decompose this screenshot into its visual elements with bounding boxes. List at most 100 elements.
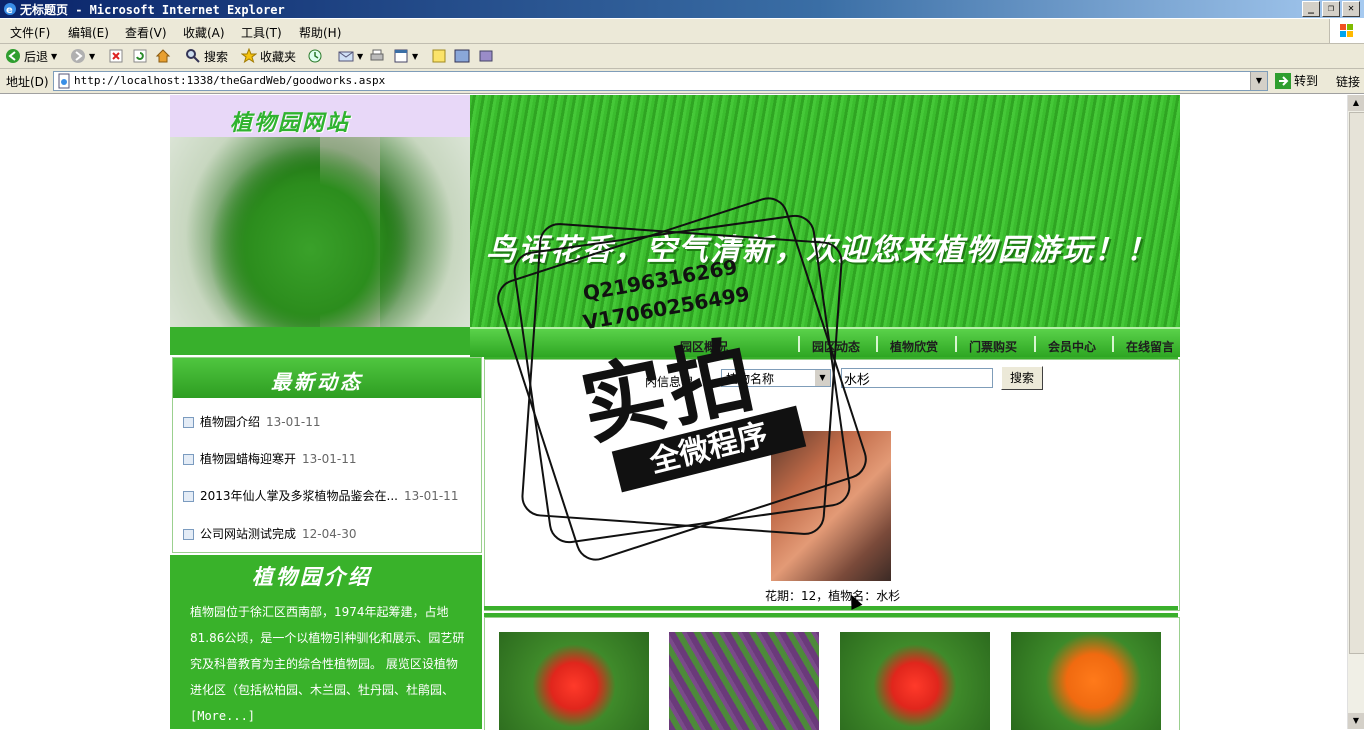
menu-favorites[interactable]: 收藏(A): [183, 24, 225, 41]
scroll-thumb[interactable]: [1349, 112, 1364, 654]
menu-view[interactable]: 查看(V): [125, 24, 167, 41]
news-panel: 最新动态 植物园介绍 13-01-11 植物园蜡梅迎寒开 13-01-11 2013…: [172, 357, 482, 553]
refresh-button[interactable]: [132, 48, 148, 64]
bullet-icon: [183, 417, 194, 428]
ivy-image: [170, 137, 470, 355]
news-date: 13-01-11: [266, 415, 321, 429]
chevron-down-icon[interactable]: ▼: [89, 52, 95, 61]
messenger-icon: [454, 49, 470, 63]
edit-button[interactable]: ▼: [393, 48, 418, 64]
forward-arrow-icon: [71, 49, 85, 63]
gallery-thumb[interactable]: [499, 632, 649, 730]
forward-button[interactable]: ▼: [70, 48, 95, 64]
featured-plant-image[interactable]: [771, 431, 891, 581]
gallery-thumb[interactable]: [840, 632, 990, 730]
restore-button[interactable]: ❐: [1322, 1, 1340, 17]
news-item[interactable]: 2013年仙人掌及多浆植物品鉴会在... 13-01-11: [183, 487, 458, 504]
search-icon: [186, 49, 200, 63]
news-title[interactable]: 公司网站测试完成: [200, 527, 296, 541]
edit-page-icon: [394, 49, 408, 63]
window-titlebar: e 无标题页 - Microsoft Internet Explorer _ ❐…: [0, 0, 1364, 18]
discuss-button[interactable]: [431, 48, 447, 64]
nav-item-tickets[interactable]: 门票购买: [969, 338, 1017, 355]
star-icon: [241, 48, 257, 64]
stop-icon: [109, 49, 123, 63]
news-item[interactable]: 公司网站测试完成 12-04-30: [183, 525, 356, 542]
address-url: http://localhost:1338/theGardWeb/goodwor…: [74, 74, 386, 87]
nav-divider: [1112, 336, 1114, 352]
menu-bar: 文件(F) 编辑(E) 查看(V) 收藏(A) 工具(T) 帮助(H): [0, 19, 1364, 44]
ie-icon: e: [4, 3, 16, 16]
research-icon: [479, 50, 493, 62]
divider-line: [484, 606, 1178, 610]
banner-slogan: 鸟语花香，空气清新，欢迎您来植物园游玩！！: [486, 233, 1158, 268]
more-link[interactable]: [More...]: [190, 709, 255, 723]
chevron-down-icon[interactable]: ▼: [815, 370, 830, 386]
chevron-down-icon[interactable]: ▼: [1250, 72, 1267, 90]
bullet-icon: [183, 491, 194, 502]
go-button[interactable]: 转到: [1275, 72, 1318, 89]
search-input[interactable]: [841, 368, 993, 388]
news-item[interactable]: 植物园介绍 13-01-11: [183, 413, 320, 430]
news-title[interactable]: 植物园介绍: [200, 415, 260, 429]
address-bar: 地址(D) http://localhost:1338/theGardWeb/g…: [0, 69, 1364, 94]
nav-item-guestbook[interactable]: 在线留言: [1126, 338, 1174, 355]
address-input[interactable]: http://localhost:1338/theGardWeb/goodwor…: [53, 71, 1268, 91]
scroll-down-icon[interactable]: ▼: [1348, 713, 1364, 729]
page-icon: [58, 73, 70, 89]
chevron-down-icon[interactable]: ▼: [51, 52, 57, 61]
home-button[interactable]: [155, 48, 171, 64]
search-submit-button[interactable]: 搜索: [1001, 366, 1043, 390]
minimize-button[interactable]: _: [1302, 1, 1320, 17]
history-button[interactable]: [307, 48, 323, 64]
bullet-icon: [183, 454, 194, 465]
nav-item-overview[interactable]: 园区概况: [680, 338, 728, 355]
close-button[interactable]: ✕: [1342, 1, 1360, 17]
note-icon: [432, 49, 446, 63]
nav-divider: [876, 336, 878, 352]
back-button[interactable]: 后退 ▼: [5, 48, 57, 64]
chevron-down-icon[interactable]: ▼: [412, 52, 418, 61]
nav-item-members[interactable]: 会员中心: [1048, 338, 1096, 355]
gallery-thumb[interactable]: [1011, 632, 1161, 730]
research-button[interactable]: [478, 48, 494, 64]
scroll-up-icon[interactable]: ▲: [1348, 95, 1364, 111]
mail-button[interactable]: ▼: [338, 48, 363, 64]
go-label: 转到: [1294, 74, 1319, 88]
menu-file[interactable]: 文件(F): [10, 24, 50, 41]
site-title: 植物园网站: [230, 111, 351, 136]
menu-help[interactable]: 帮助(H): [299, 24, 341, 41]
gallery-thumb[interactable]: [669, 632, 819, 730]
mail-icon: [338, 51, 354, 62]
messenger-button[interactable]: [454, 48, 470, 64]
go-arrow-icon: [1275, 72, 1291, 89]
bullet-icon: [183, 529, 194, 540]
news-date: 12-04-30: [302, 527, 357, 541]
intro-panel: 植物园介绍 植物园位于徐汇区西南部，1974年起筹建，占地81.86公顷，是一个…: [170, 555, 482, 729]
address-label: 地址(D): [6, 75, 49, 89]
print-icon: [370, 49, 384, 61]
vertical-scrollbar[interactable]: ▲ ▼: [1347, 95, 1364, 729]
windows-logo-icon: [1329, 19, 1364, 43]
news-header: 最新动态: [173, 358, 481, 398]
menu-tools[interactable]: 工具(T): [241, 24, 282, 41]
window-title: 无标题页 - Microsoft Internet Explorer: [20, 3, 285, 17]
menu-edit[interactable]: 编辑(E): [68, 24, 109, 41]
news-item[interactable]: 植物园蜡梅迎寒开 13-01-11: [183, 450, 356, 467]
print-button[interactable]: [369, 48, 385, 64]
stop-button[interactable]: [108, 48, 124, 64]
nav-item-news[interactable]: 园区动态: [812, 338, 860, 355]
favorites-button[interactable]: 收藏夹: [241, 48, 296, 64]
search-button[interactable]: 搜索: [185, 48, 228, 64]
back-label: 后退: [24, 49, 49, 64]
web-page: 植物园网站 鸟语花香，空气清新，欢迎您来植物园游玩！！ 园区概况 园区动态 植物…: [170, 95, 1180, 730]
news-title[interactable]: 植物园蜡梅迎寒开: [200, 452, 296, 466]
nav-item-plants[interactable]: 植物欣赏: [890, 338, 938, 355]
chevron-down-icon[interactable]: ▼: [357, 52, 363, 61]
search-field-select[interactable]: 植物名称 ▼: [721, 369, 831, 387]
history-icon: [308, 49, 322, 63]
links-button[interactable]: 链接: [1336, 73, 1360, 90]
site-title-banner: 植物园网站: [170, 95, 470, 137]
nav-divider: [798, 336, 800, 352]
news-title[interactable]: 2013年仙人掌及多浆植物品鉴会在...: [200, 489, 398, 503]
